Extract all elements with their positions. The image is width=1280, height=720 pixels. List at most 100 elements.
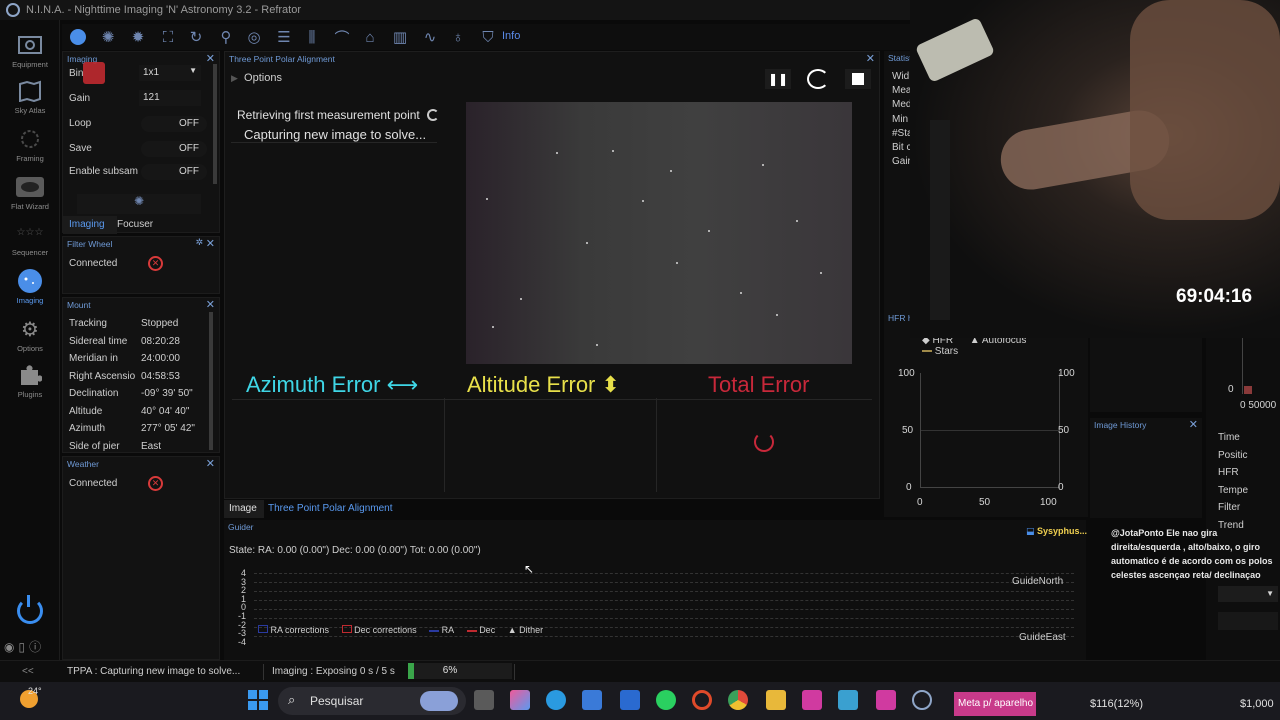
gridline [254,582,1074,583]
arc-icon[interactable]: ⌒ [332,27,352,47]
sidebar-item-equipment[interactable]: Equipment [0,32,60,69]
divider [656,398,657,492]
hfr-plot-area [920,373,1060,488]
close-icon[interactable]: ✕ [866,52,875,65]
search-highlight-icon [420,691,458,711]
book-icon[interactable]: ▯ [18,640,29,654]
star [762,164,764,166]
gridline [254,573,1074,574]
shield-icon[interactable]: ⛉ [478,27,498,47]
copilot-icon[interactable] [510,690,530,710]
tab-image[interactable]: Image [224,500,264,518]
gridline [254,618,1074,619]
gain-label: Gain [69,93,91,104]
refresh-button[interactable] [807,69,829,89]
collapse-icon[interactable]: << [22,666,34,677]
capture-button[interactable]: ✺ [77,194,201,214]
observatory-icon[interactable]: ⌂ [360,27,380,47]
sidebar-item-imaging[interactable]: Imaging [0,268,60,305]
sidebar-label: Sequencer [11,248,49,257]
star [670,170,672,172]
tab-imaging[interactable]: Imaging [63,216,117,234]
gain-input[interactable]: 121 [139,90,201,106]
sidebar-item-sky-atlas[interactable]: Sky Atlas [0,78,60,115]
list-icon[interactable]: ☰ [274,27,294,47]
status-bar: << TPPA : Capturing new image to solve..… [0,660,1280,682]
save-toggle[interactable]: OFF [141,141,207,157]
close-icon[interactable]: ✕ [206,237,215,250]
search-icon: ⌕ [288,692,296,707]
app-icon[interactable] [838,690,858,710]
sidebar: Equipment Sky Atlas Framing Flat Wizard … [0,20,60,660]
opera-icon[interactable] [692,690,712,710]
sidebar-item-flat-wizard[interactable]: Flat Wizard [0,174,60,211]
sidebar-item-plugins[interactable]: Plugins [0,362,60,399]
bar-chart-icon[interactable]: ▥ [390,27,410,47]
star [820,272,822,274]
sidebar-label: Options [17,344,43,353]
nina-logo-icon [6,3,20,17]
close-icon[interactable]: ✕ [1189,418,1198,431]
settings-icon[interactable]: ✲ [195,237,203,248]
aperture-icon[interactable]: ✺ [98,27,118,47]
crop-icon[interactable]: ⛶ [158,27,178,47]
sidebar-label: Imaging [16,296,44,305]
legend-swatch [922,350,932,353]
app-icon[interactable] [802,690,822,710]
chrome-icon[interactable] [728,690,748,710]
data-point [1244,386,1252,394]
sidebar-item-options[interactable]: ⚙ Options [0,316,60,354]
sliders-icon[interactable]: ⫼ [302,27,322,47]
status-line-1: Retrieving first measurement point [237,108,420,122]
chat-overlay: ⬓ Sysyphus... @JotaPonto Ele nao gira di… [1026,520,1280,660]
scrollbar[interactable] [213,64,217,184]
power-icon[interactable] [17,595,43,624]
store-icon[interactable] [582,690,602,710]
eye-icon[interactable]: ◉ [4,640,18,654]
options-expander[interactable]: ▶ Options [231,72,282,84]
close-icon[interactable]: ✕ [206,457,215,470]
pause-button[interactable]: ❚❚ [765,69,791,89]
task-view-icon[interactable] [474,690,494,710]
windows-start-icon[interactable] [248,690,268,710]
stop-button[interactable] [845,69,871,89]
triangle-icon: ▲ [507,625,517,635]
search-box[interactable]: ⌕ Pesquisar [278,687,466,715]
target-icon[interactable]: ✹ [128,27,148,47]
circle-icon[interactable] [68,27,88,47]
info-tab[interactable]: Info [502,30,520,42]
progress-label: 6% [442,665,458,676]
app-icon[interactable] [876,690,896,710]
star [586,242,588,244]
graph-icon[interactable]: ∿ [420,27,440,47]
camera-image[interactable] [466,102,852,364]
edge-icon[interactable] [546,690,566,710]
bulb-icon[interactable]: ♁ [448,27,468,47]
loop-toggle[interactable]: OFF [141,116,207,132]
close-icon[interactable]: ✕ [206,298,215,311]
mount-row: Altitude 40° 04' 40" [69,406,190,417]
sidebar-item-sequencer[interactable]: ☆☆☆ Sequencer [0,220,60,258]
image-info-rows: Time Positic HFR Tempe Filter Trend [1218,432,1249,531]
scrollbar[interactable] [209,312,213,450]
tripod-image [930,120,950,320]
subsam-toggle[interactable]: OFF [141,164,207,180]
tab-focuser[interactable]: Focuser [115,216,175,234]
telescope-icon[interactable]: ⚲ [216,27,236,47]
whatsapp-icon[interactable] [656,690,676,710]
toolbar: ✺ ✹ ⛶ ↻ ⚲ ◎ ☰ ⫼ ⌒ ⌂ ▥ ∿ ♁ ⛉ Info [62,24,910,50]
tab-tppa[interactable]: Three Point Polar Alignment [264,500,404,518]
connection-label: Connected [69,258,118,269]
rotate-icon[interactable]: ↻ [186,27,206,47]
options-label: Options [244,72,282,84]
folder-icon[interactable] [766,690,786,710]
reticle-icon[interactable]: ◎ [244,27,264,47]
amount-1: $116(12%) [1090,698,1143,710]
info-icon[interactable]: ⓘ [29,640,45,654]
app-icon[interactable] [620,690,640,710]
nina-taskbar-icon[interactable] [912,690,932,710]
sidebar-item-framing[interactable]: Framing [0,126,60,163]
subsam-label: Enable subsam [69,166,138,177]
bin-select[interactable]: 1x1 ▼ [139,65,201,81]
chat-user: ⬓ Sysyphus... [1026,526,1088,536]
